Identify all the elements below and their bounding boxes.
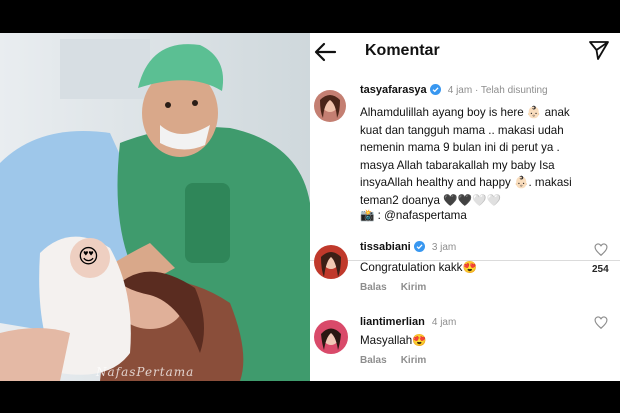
comment-text: Masyallah😍 — [360, 334, 427, 347]
reply-button[interactable]: Balas — [360, 282, 387, 293]
send-icon[interactable] — [588, 39, 610, 61]
reply-button[interactable]: Balas — [360, 355, 387, 366]
comment-actions: Balas Kirim — [360, 282, 440, 293]
comment-username[interactable]: liantimerlian — [360, 316, 425, 328]
commenter-avatar[interactable] — [314, 245, 348, 279]
like-count: 254 — [592, 264, 609, 275]
comment-text: Congratulation kakk😍 — [360, 261, 477, 274]
photo-illustration: 😍 NafasPertama — [0, 33, 310, 381]
post-photo: 😍 NafasPertama — [0, 33, 310, 381]
commenter-avatar[interactable] — [314, 320, 348, 354]
post-author-avatar[interactable] — [314, 90, 346, 122]
comment-time: 3 jam — [431, 242, 457, 253]
caption-line: masya Allah tabarakallah my baby Isa — [360, 158, 555, 172]
post-author-username[interactable]: tasyafarasya — [360, 84, 427, 96]
face-sticker: 😍 — [78, 244, 99, 268]
comment-username[interactable]: tissabiani — [360, 241, 411, 253]
caption-line: nemenin mama 9 bulan ini di perut ya . — [360, 141, 560, 154]
photo-credit[interactable]: 📸 : @nafaspertama — [360, 207, 467, 225]
comments-panel: Komentar tasyafarasya 4 jam · Telah disu… — [310, 33, 620, 381]
heart-icon[interactable] — [594, 316, 608, 330]
comments-header: Komentar — [310, 33, 620, 73]
post-meta: 4 jam · Telah disunting — [447, 85, 548, 96]
page-title: Komentar — [365, 42, 440, 59]
photo-watermark: NafasPertama — [95, 365, 194, 379]
comment-header: tissabiani 3 jam — [360, 241, 456, 253]
caption-line: kuat dan tangguh mama .. makasi udah — [360, 123, 564, 137]
caption-line: insyaAllah healthy and happy 👶🏻. makasi — [360, 176, 572, 189]
verified-badge-icon — [429, 84, 441, 95]
comment-header: liantimerlian 4 jam — [360, 316, 456, 328]
send-button[interactable]: Kirim — [401, 355, 427, 366]
comment-time: 4 jam — [431, 317, 457, 328]
send-button[interactable]: Kirim — [401, 282, 427, 293]
caption-line: Alhamdulillah ayang boy is here 👶🏻 anak — [360, 106, 570, 119]
verified-badge-icon — [413, 241, 425, 252]
post-author-row: tasyafarasya 4 jam · Telah disunting — [360, 84, 548, 96]
comment-actions: Balas Kirim — [360, 355, 440, 366]
heart-icon[interactable] — [594, 243, 608, 257]
back-arrow-icon[interactable] — [313, 41, 337, 63]
